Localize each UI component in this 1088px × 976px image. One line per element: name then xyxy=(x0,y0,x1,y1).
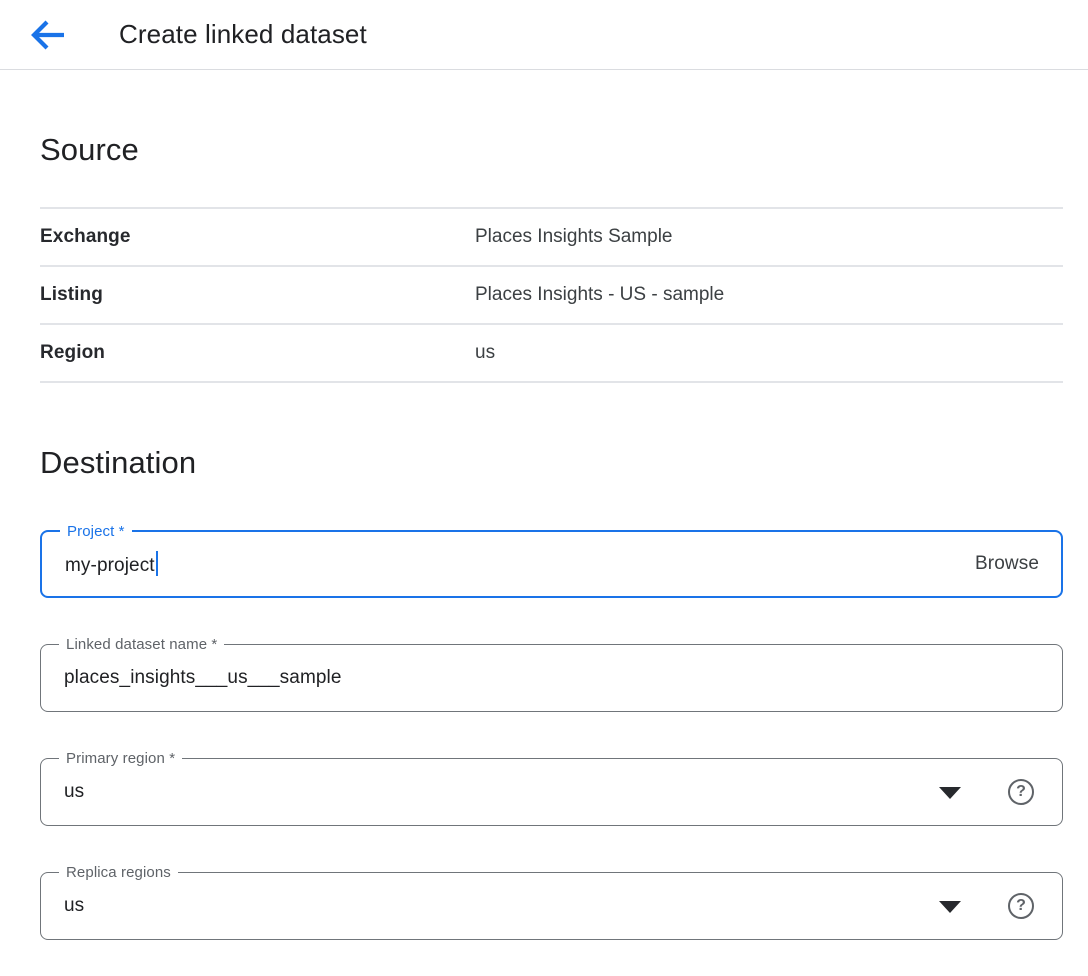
replica-regions-label: Replica regions xyxy=(59,863,178,882)
main-content: Source Exchange Places Insights Sample L… xyxy=(0,129,1088,940)
primary-region-value: us xyxy=(64,781,84,803)
create-linked-dataset-page: Create linked dataset Source Exchange Pl… xyxy=(0,0,1088,940)
destination-heading: Destination xyxy=(40,442,1063,484)
back-button[interactable] xyxy=(30,18,66,52)
replica-regions-select[interactable]: Replica regions us ? xyxy=(40,872,1063,940)
text-cursor xyxy=(156,551,158,576)
project-field-label: Project * xyxy=(60,522,132,541)
primary-region-select[interactable]: Primary region * us ? xyxy=(40,758,1063,826)
help-icon[interactable]: ? xyxy=(1008,893,1034,919)
table-row-listing: Listing Places Insights - US - sample xyxy=(40,267,1063,325)
source-heading: Source xyxy=(40,129,1063,171)
help-icon[interactable]: ? xyxy=(1008,779,1034,805)
linked-dataset-name-label: Linked dataset name * xyxy=(59,635,224,654)
exchange-label: Exchange xyxy=(40,226,475,248)
table-row-exchange: Exchange Places Insights Sample xyxy=(40,209,1063,267)
header: Create linked dataset xyxy=(0,0,1088,70)
region-value: us xyxy=(475,342,495,364)
linked-dataset-name-field[interactable]: Linked dataset name * places_insights___… xyxy=(40,644,1063,712)
exchange-value: Places Insights Sample xyxy=(475,226,673,248)
back-arrow-icon xyxy=(30,19,66,51)
listing-label: Listing xyxy=(40,284,475,306)
source-table: Exchange Places Insights Sample Listing … xyxy=(40,207,1063,383)
primary-region-label: Primary region * xyxy=(59,749,182,768)
page-title: Create linked dataset xyxy=(119,19,367,50)
chevron-down-icon[interactable] xyxy=(939,787,961,799)
browse-button[interactable]: Browse xyxy=(975,553,1039,575)
region-label: Region xyxy=(40,342,475,364)
replica-regions-value: us xyxy=(64,895,84,917)
linked-dataset-name-input[interactable]: places_insights___us___sample xyxy=(64,667,342,689)
table-row-region: Region us xyxy=(40,325,1063,383)
listing-value: Places Insights - US - sample xyxy=(475,284,724,306)
chevron-down-icon[interactable] xyxy=(939,901,961,913)
project-input[interactable]: my-project xyxy=(65,551,158,577)
project-field[interactable]: Project * my-project Browse xyxy=(40,530,1063,598)
